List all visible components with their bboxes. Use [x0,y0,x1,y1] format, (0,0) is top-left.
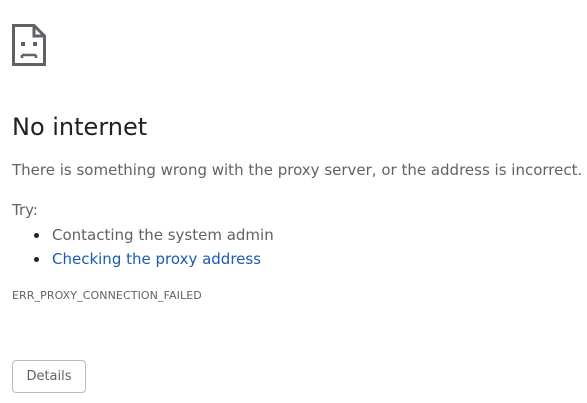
bullet-icon [34,233,39,238]
error-code: ERR_PROXY_CONNECTION_FAILED [12,289,202,302]
bullet-icon [34,257,39,262]
details-button[interactable]: Details [12,360,86,393]
page-title: No internet [12,113,148,141]
suggestions-list: Contacting the system admin Checking the… [12,223,274,271]
suggestion-label: Contacting the system admin [52,226,274,244]
suggestion-contact-admin: Contacting the system admin [12,223,274,247]
check-proxy-link[interactable]: Checking the proxy address [52,250,261,268]
sad-page-icon [12,24,46,66]
suggestion-check-proxy: Checking the proxy address [12,247,274,271]
try-label: Try: [12,201,38,219]
error-description: There is something wrong with the proxy … [12,161,583,179]
